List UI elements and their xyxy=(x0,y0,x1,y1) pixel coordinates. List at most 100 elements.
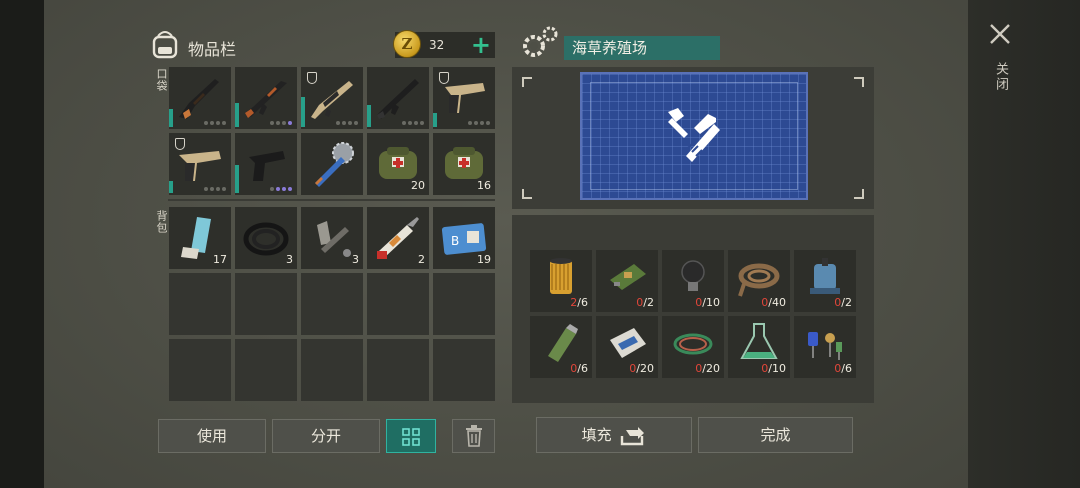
tan-rifle-icon xyxy=(311,81,353,119)
svg-text:B: B xyxy=(451,234,459,248)
circuit-board-icon xyxy=(610,264,646,290)
material-need: /40 xyxy=(768,296,786,309)
item-count: 20 xyxy=(411,179,425,192)
material-need: /6 xyxy=(841,362,852,375)
pocket-slot[interactable]: 20 xyxy=(367,133,429,195)
hammer-saw-icon xyxy=(668,108,720,162)
blueprint-paper xyxy=(580,72,808,200)
item-count: 19 xyxy=(477,253,491,266)
empty-slot[interactable] xyxy=(367,273,429,335)
item-count: 3 xyxy=(286,253,293,266)
gears-icon xyxy=(523,26,558,57)
left-edge xyxy=(0,0,44,488)
empty-slot[interactable] xyxy=(169,273,231,335)
pocket-slot[interactable] xyxy=(301,133,363,195)
electronic-parts-icon xyxy=(808,332,842,360)
flask-icon xyxy=(740,323,778,359)
light-bulb-icon xyxy=(681,260,705,291)
pocket-slot[interactable] xyxy=(169,133,231,195)
material-slot[interactable]: 0/2 xyxy=(794,250,856,312)
split-button[interactable]: 分开 xyxy=(272,419,380,453)
backpack-slot[interactable]: 2 xyxy=(367,207,429,269)
syringe-icon xyxy=(377,217,419,259)
material-need: /20 xyxy=(636,362,654,375)
saw-bat-icon xyxy=(315,142,354,187)
backpack-slot[interactable]: 3 xyxy=(301,207,363,269)
pocket-slot[interactable] xyxy=(301,67,363,129)
item-count: 2 xyxy=(418,253,425,266)
pocket-slot[interactable] xyxy=(169,67,231,129)
pipe-parts-icon xyxy=(317,221,351,257)
pocket-label: 口袋 xyxy=(155,68,168,92)
backpack-slot[interactable]: B 19 xyxy=(433,207,495,269)
material-slot[interactable]: 0/6 xyxy=(530,316,592,378)
material-need: /2 xyxy=(841,296,852,309)
pocket-slot[interactable] xyxy=(367,67,429,129)
material-slot[interactable]: 0/20 xyxy=(596,316,658,378)
coin-counter: Z 32 + xyxy=(393,30,495,58)
pocket-slot[interactable] xyxy=(235,133,297,195)
hose-coil-icon xyxy=(243,222,289,256)
oil-filter-icon xyxy=(550,258,572,294)
rope-icon xyxy=(738,263,780,297)
material-slot[interactable]: 0/2 xyxy=(596,250,658,312)
item-count: 16 xyxy=(477,179,491,192)
battery-cell-icon xyxy=(548,324,578,362)
backpack-slot[interactable]: 17 xyxy=(169,207,231,269)
item-count: 3 xyxy=(352,253,359,266)
material-need: /20 xyxy=(702,362,720,375)
sniper-rifle-icon xyxy=(179,79,219,119)
black-pistol-icon xyxy=(249,151,285,181)
empty-slot[interactable] xyxy=(169,339,231,401)
trash-icon xyxy=(465,425,482,447)
water-pump-icon xyxy=(810,258,840,294)
material-slot[interactable]: 0/10 xyxy=(728,316,790,378)
delete-button[interactable] xyxy=(452,419,495,453)
item-count: 17 xyxy=(213,253,227,266)
backpack-slot[interactable]: 3 xyxy=(235,207,297,269)
inventory-header: 物品栏 Z 32 + xyxy=(150,28,495,64)
tan-pistol-icon xyxy=(445,83,485,113)
empty-slot[interactable] xyxy=(433,339,495,401)
backpack-label: 背包 xyxy=(155,210,168,234)
pocket-slot[interactable] xyxy=(235,67,297,129)
backpack-icon xyxy=(152,31,178,59)
complete-button[interactable]: 完成 xyxy=(698,417,853,453)
grid-icon xyxy=(402,428,420,446)
sort-grid-button[interactable] xyxy=(386,419,436,453)
material-need: /10 xyxy=(702,296,720,309)
material-need: /6 xyxy=(577,362,588,375)
material-need: /6 xyxy=(577,296,588,309)
fill-label: 填充 xyxy=(581,426,612,444)
empty-slot[interactable] xyxy=(367,339,429,401)
empty-slot[interactable] xyxy=(433,273,495,335)
tan-pistol-icon xyxy=(179,151,221,181)
fill-arrow-icon xyxy=(621,426,645,445)
pocket-slot[interactable]: 16 xyxy=(433,133,495,195)
material-slot[interactable]: 0/6 xyxy=(794,316,856,378)
material-slot[interactable]: 0/20 xyxy=(662,316,724,378)
add-coins-button[interactable]: + xyxy=(471,32,491,58)
coin-count: 32 xyxy=(429,38,445,52)
fill-button[interactable]: 填充 xyxy=(536,417,692,453)
recipe-title: 海草养殖场 xyxy=(564,36,720,60)
cement-bag-icon xyxy=(610,328,646,358)
empty-slot[interactable] xyxy=(235,339,297,401)
empty-slot[interactable] xyxy=(301,273,363,335)
pocket-slot[interactable] xyxy=(433,67,495,129)
right-edge xyxy=(968,0,1080,488)
empty-slot[interactable] xyxy=(235,273,297,335)
material-need: /2 xyxy=(643,296,654,309)
inventory-title: 物品栏 xyxy=(188,40,237,59)
close-icon[interactable] xyxy=(988,22,1012,46)
material-slot[interactable]: 0/10 xyxy=(662,250,724,312)
material-slot[interactable]: 0/40 xyxy=(728,250,790,312)
close-label[interactable]: 关闭 xyxy=(991,62,1010,92)
material-slot[interactable]: 2/6 xyxy=(530,250,592,312)
material-need: /10 xyxy=(768,362,786,375)
section-divider xyxy=(168,199,495,201)
use-button[interactable]: 使用 xyxy=(158,419,266,453)
wire-coil-icon xyxy=(673,333,713,355)
assault-rifle-ak-icon xyxy=(245,81,287,118)
empty-slot[interactable] xyxy=(301,339,363,401)
